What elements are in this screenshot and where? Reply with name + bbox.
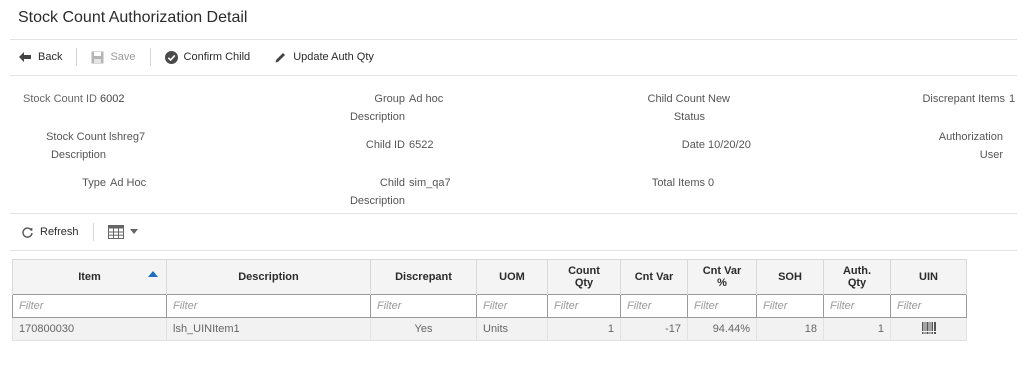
- column-view-menu-button[interactable]: [107, 225, 138, 239]
- cnt-var-cell: -17: [620, 317, 688, 341]
- column-header-cnt-var-pct[interactable]: Cnt Var %: [687, 259, 757, 295]
- date-label: Date: [681, 139, 705, 151]
- update-auth-qty-button[interactable]: Update Auth Qty: [274, 51, 374, 64]
- table-header-row: Item Description Discrepant UOM Count Qt…: [12, 259, 967, 295]
- stock-count-description-label: Stock Count Description: [46, 131, 106, 161]
- column-header-description[interactable]: Description: [166, 259, 371, 295]
- save-button-label: Save: [110, 51, 136, 63]
- child-count-status-label: Child Count Status: [647, 93, 705, 123]
- date-value: 10/20/20: [708, 139, 751, 151]
- discrepant-items-label: Discrepant Items: [922, 93, 1005, 105]
- uom-cell: Units: [476, 317, 548, 341]
- stock-count-id-label: Stock Count ID: [23, 93, 97, 105]
- column-header-uom[interactable]: UOM: [476, 259, 548, 295]
- filter-input-soh[interactable]: Filter: [756, 294, 824, 318]
- title-divider: [10, 39, 1017, 40]
- auth-qty-cell[interactable]: 1: [823, 317, 891, 341]
- column-header-cnt-var[interactable]: Cnt Var: [620, 259, 688, 295]
- details-panel: Stock Count ID 6002 Stock Count Descript…: [0, 86, 1027, 216]
- filter-input-discrepant[interactable]: Filter: [370, 294, 477, 318]
- caret-down-icon: [129, 229, 138, 234]
- filter-input-uin[interactable]: Filter: [890, 294, 967, 318]
- toolbar-separator: [76, 48, 78, 66]
- type-label: Type: [82, 177, 106, 189]
- sort-ascending-icon: [148, 271, 158, 277]
- type-value: Ad Hoc: [110, 177, 147, 189]
- table-toolbar-divider: [10, 250, 1017, 251]
- group-description-label: Group Description: [349, 93, 405, 123]
- stock-count-id-value: 6002: [100, 93, 125, 105]
- filter-input-auth-qty[interactable]: Filter: [823, 294, 891, 318]
- save-button[interactable]: Save: [91, 51, 136, 64]
- refresh-button-label: Refresh: [40, 226, 79, 238]
- group-description-value: Ad hoc: [409, 93, 444, 105]
- authorization-user-label: Authorization User: [938, 131, 1003, 161]
- check-circle-icon: [164, 50, 178, 64]
- confirm-child-button[interactable]: Confirm Child: [164, 50, 251, 64]
- description-cell: lsh_UINItem1: [166, 317, 371, 341]
- uin-cell[interactable]: [890, 317, 967, 341]
- save-icon: [91, 51, 104, 63]
- table-toolbar: Refresh: [21, 222, 138, 242]
- total-items-value: 0: [708, 177, 715, 189]
- stock-count-items-table: Item Description Discrepant UOM Count Qt…: [12, 259, 967, 341]
- column-header-item[interactable]: Item: [12, 259, 167, 295]
- child-description-value: sim_qa7: [409, 177, 451, 189]
- discrepant-cell: Yes: [370, 317, 477, 341]
- column-header-count-qty[interactable]: Count Qty: [547, 259, 621, 295]
- toolbar-divider: [10, 75, 1017, 76]
- child-id-value: 6522: [409, 139, 434, 151]
- child-count-status-value: New: [708, 93, 731, 105]
- total-items-label: Total Items: [651, 177, 705, 189]
- arrow-left-icon: [19, 52, 31, 62]
- count-qty-cell: 1: [547, 317, 621, 341]
- child-description-label: Child Description: [349, 177, 405, 207]
- confirm-child-button-label: Confirm Child: [183, 51, 251, 63]
- refresh-button[interactable]: Refresh: [21, 226, 79, 239]
- filter-input-cnt-var-pct[interactable]: Filter: [687, 294, 757, 318]
- filter-input-description[interactable]: Filter: [166, 294, 371, 318]
- stock-count-description-value: lshreg7: [109, 131, 146, 143]
- details-divider: [10, 213, 1017, 214]
- soh-cell: 18: [756, 317, 824, 341]
- pencil-icon: [275, 52, 286, 62]
- barcode-icon[interactable]: [921, 321, 936, 334]
- filter-input-cnt-var[interactable]: Filter: [620, 294, 688, 318]
- child-id-label: Child ID: [365, 139, 405, 151]
- stock-count-id-field: Stock Count ID 6002: [23, 90, 125, 108]
- filter-row: Filter Filter Filter Filter Filter Filte…: [12, 294, 967, 318]
- page-title: Stock Count Authorization Detail: [18, 9, 248, 26]
- table-grid-icon: [107, 225, 124, 239]
- discrepant-items-value: 1: [1009, 93, 1016, 105]
- item-cell[interactable]: 170800030: [12, 317, 167, 341]
- toolbar-separator: [92, 223, 94, 241]
- back-button[interactable]: Back: [18, 51, 62, 63]
- column-header-soh[interactable]: SOH: [756, 259, 824, 295]
- cnt-var-pct-cell: 94.44%: [687, 317, 757, 341]
- filter-input-uom[interactable]: Filter: [476, 294, 548, 318]
- column-header-auth-qty[interactable]: Auth. Qty: [823, 259, 891, 295]
- main-toolbar: Back Save Confirm Child Update Auth Qty: [18, 47, 374, 67]
- filter-input-count-qty[interactable]: Filter: [547, 294, 621, 318]
- table-row[interactable]: 170800030 lsh_UINItem1 Yes Units 1 -17 9…: [12, 317, 967, 341]
- column-header-discrepant[interactable]: Discrepant: [370, 259, 477, 295]
- toolbar-separator: [149, 48, 151, 66]
- back-button-label: Back: [38, 51, 63, 63]
- update-auth-qty-button-label: Update Auth Qty: [293, 51, 374, 63]
- filter-input-item[interactable]: Filter: [12, 294, 167, 318]
- column-header-uin[interactable]: UIN: [890, 259, 967, 295]
- refresh-icon: [22, 226, 33, 238]
